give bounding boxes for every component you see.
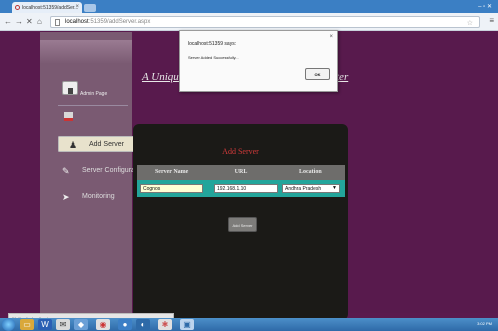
globe-icon[interactable]: ● xyxy=(118,319,132,330)
location-value: Andhra Pradesh xyxy=(285,186,322,192)
browser-tab[interactable]: localhost:51359/addSer... × xyxy=(12,2,82,13)
column-header: Location xyxy=(298,169,322,175)
mail-icon[interactable]: ✉ xyxy=(56,319,70,330)
bookmark-star-icon[interactable]: ☆ xyxy=(467,19,473,27)
home-icon[interactable]: ⌂ xyxy=(37,17,42,26)
ok-button[interactable]: OK xyxy=(305,68,330,80)
folder-icon[interactable]: ▭ xyxy=(20,319,34,330)
media-icon[interactable]: ◐ xyxy=(136,319,150,330)
location-select[interactable]: Andhra Pradesh ▼ xyxy=(282,184,340,193)
new-tab-button[interactable] xyxy=(84,4,96,12)
sidebar-item-label: Add Server xyxy=(89,141,125,148)
browser-menu-icon[interactable]: ≡ xyxy=(489,16,494,25)
url-host: localhost xyxy=(65,19,89,25)
monitor-icon: ➤ xyxy=(62,192,70,202)
close-icon[interactable]: × xyxy=(329,34,333,40)
visual-studio-icon[interactable]: ▣ xyxy=(180,319,194,330)
home-nav-icon[interactable] xyxy=(64,112,73,121)
window-controls[interactable]: – ▫ ✕ xyxy=(478,3,492,10)
browser-toolbar: ← → ✕ ⌂ localhost:51359/addServer.aspx ☆… xyxy=(0,13,498,31)
table-header: Server Name URL Location xyxy=(137,165,345,180)
tab-close-icon[interactable]: × xyxy=(75,4,79,10)
address-bar[interactable]: localhost:51359/addServer.aspx ☆ xyxy=(50,16,480,28)
add-server-button[interactable]: Add Server xyxy=(228,217,257,232)
tab-title: localhost:51359/addSer... xyxy=(22,5,79,11)
start-button[interactable] xyxy=(2,318,15,331)
chevron-down-icon: ▼ xyxy=(332,185,337,191)
sidebar-divider xyxy=(58,105,128,106)
add-server-panel: Add Server Server Name URL Location Cogn… xyxy=(133,124,348,320)
chrome-icon[interactable]: ◉ xyxy=(96,319,110,330)
column-header: URL xyxy=(234,169,248,175)
browser-titlebar: localhost:51359/addSer... × – ▫ ✕ xyxy=(0,0,498,13)
url-path: :51359/addServer.aspx xyxy=(88,19,151,25)
alert-dialog: × localhost:51359 says: Server Added Suc… xyxy=(179,30,338,92)
page-icon xyxy=(55,19,60,26)
table-row: Cognos 192.168.1.10 Andhra Pradesh ▼ xyxy=(137,180,345,197)
clock: 3:02 PM xyxy=(477,321,492,326)
dialog-message: Server Added Successfully... xyxy=(188,55,239,60)
word-icon[interactable]: W xyxy=(38,319,52,330)
forward-icon[interactable]: → xyxy=(15,17,23,26)
favicon-icon xyxy=(15,5,20,10)
app-icon[interactable]: ◆ xyxy=(74,319,88,330)
column-header: Server Name xyxy=(154,169,189,175)
back-icon[interactable]: ← xyxy=(4,17,12,26)
sidebar-item-label: Monitoring xyxy=(82,193,115,200)
panel-title: Add Server xyxy=(222,147,259,156)
tools-icon: ✎ xyxy=(62,166,70,176)
server-name-input[interactable]: Cognos xyxy=(140,184,203,193)
stop-icon[interactable]: ✕ xyxy=(26,17,33,26)
sidebar-header xyxy=(40,40,132,64)
taskbar: ▭ W ✉ ◆ ◉ ● ◐ ✱ ▣ 3:02 PM xyxy=(0,318,498,331)
paint-icon[interactable]: ✱ xyxy=(158,319,172,330)
house-icon xyxy=(62,81,78,95)
url-input[interactable]: 192.168.1.10 xyxy=(214,184,278,193)
person-icon: ♟ xyxy=(69,140,78,150)
admin-label: Admin Page xyxy=(80,91,108,97)
dialog-title: localhost:51359 says: xyxy=(188,41,237,47)
